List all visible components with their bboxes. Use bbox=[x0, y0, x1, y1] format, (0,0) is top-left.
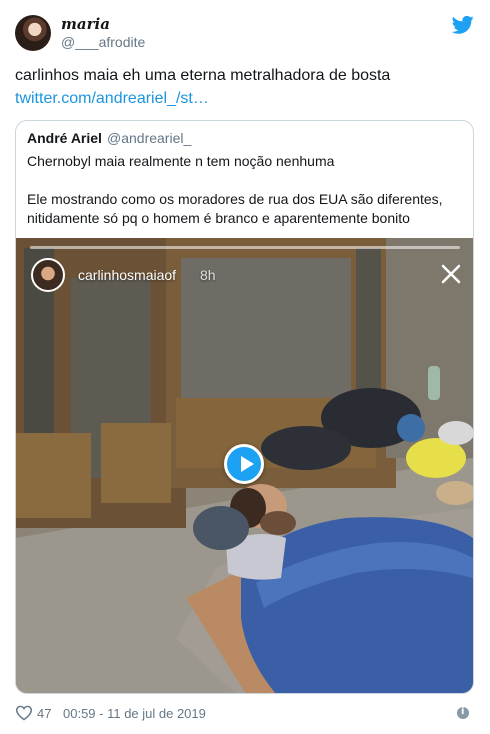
story-username: carlinhosmaiaof bbox=[78, 267, 177, 283]
twitter-bird-icon[interactable] bbox=[452, 15, 474, 35]
quoted-video[interactable]: carlinhosmaiaof 8h bbox=[16, 238, 473, 693]
heart-icon[interactable] bbox=[15, 705, 33, 721]
info-icon[interactable] bbox=[457, 706, 469, 719]
tweet-link[interactable]: twitter.com/andreariel_/st… bbox=[15, 88, 209, 110]
story-user-avatar bbox=[31, 258, 65, 292]
author-handle[interactable]: @___afrodite bbox=[61, 34, 145, 50]
quoted-text-line-3: nitidamente só pq o homem é branco e apa… bbox=[27, 210, 410, 226]
tweet-timestamp[interactable]: 00:59 - 11 de jul de 2019 bbox=[63, 706, 206, 721]
tweet-text: carlinhos maia eh uma eterna metralhador… bbox=[15, 65, 475, 87]
author-avatar[interactable] bbox=[15, 15, 51, 51]
play-icon[interactable] bbox=[224, 444, 264, 484]
like-count[interactable]: 47 bbox=[37, 706, 51, 721]
tweet-card: maria @___afrodite carlinhos maia eh uma… bbox=[0, 0, 490, 734]
story-progress-bar bbox=[30, 246, 460, 249]
author-display-name[interactable]: maria bbox=[61, 15, 110, 33]
tweet-footer: 47 00:59 - 11 de jul de 2019 bbox=[15, 704, 475, 724]
tweet-text-body: carlinhos maia eh uma eterna metralhador… bbox=[15, 67, 391, 84]
quoted-author-name[interactable]: André Ariel bbox=[27, 130, 102, 146]
quoted-text-line-2: Ele mostrando como os moradores de rua d… bbox=[27, 191, 443, 207]
story-time: 8h bbox=[200, 267, 216, 283]
quoted-tweet[interactable]: André Ariel @andreariel_ Chernobyl maia … bbox=[15, 120, 474, 694]
close-icon bbox=[441, 264, 461, 284]
quoted-text-line-1: Chernobyl maia realmente n tem noção nen… bbox=[27, 153, 335, 169]
quoted-author-handle[interactable]: @andreariel_ bbox=[107, 130, 191, 146]
